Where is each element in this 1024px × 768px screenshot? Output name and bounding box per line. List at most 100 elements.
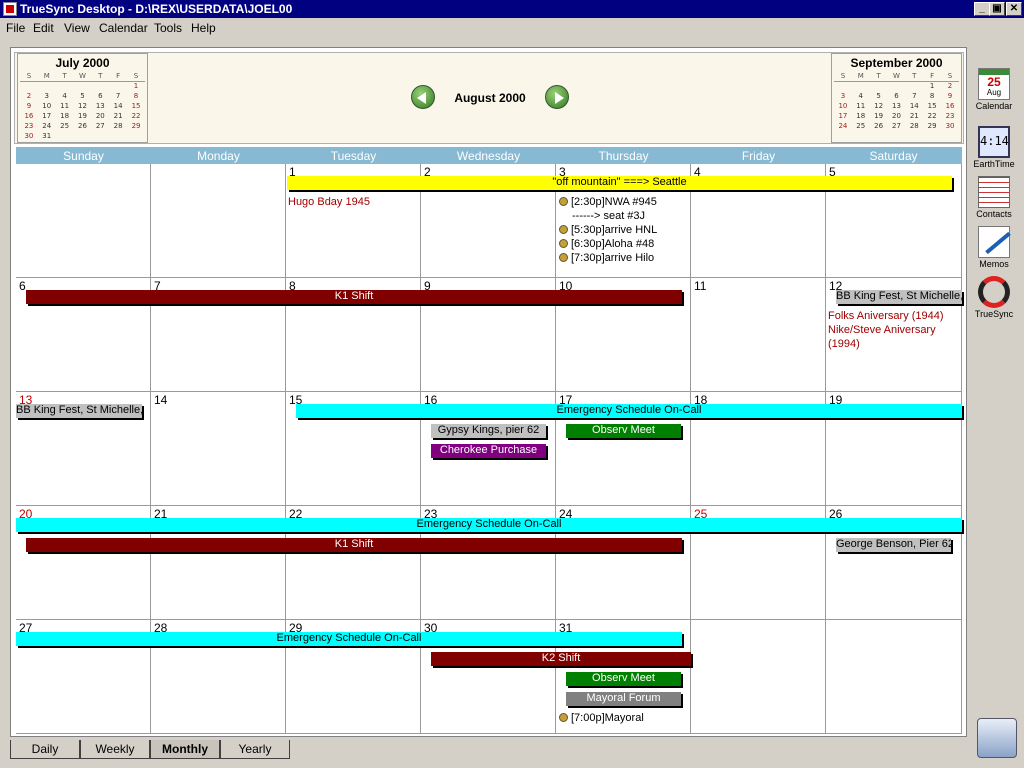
minimize-button[interactable]: _	[974, 2, 990, 16]
day-cell[interactable]	[826, 620, 962, 734]
mini-day[interactable]: 14	[109, 101, 127, 111]
event-bar[interactable]: K1 Shift	[26, 290, 682, 304]
event-bar[interactable]: BB King Fest, St Michelle,	[16, 404, 142, 418]
event-text[interactable]: Nike/Steve Aniversary	[828, 324, 936, 336]
mini-day[interactable]: 5	[870, 91, 888, 101]
mini-day[interactable]: 8	[923, 91, 941, 101]
menu-view[interactable]: View	[64, 21, 90, 35]
mini-day[interactable]: 2	[20, 91, 38, 101]
calendar-app-button[interactable]: 25 Aug Calendar	[967, 68, 1021, 111]
event-bar[interactable]: Observ Meet	[566, 672, 681, 686]
event-bar[interactable]: "off mountain" ===> Seattle	[287, 176, 952, 190]
mini-day[interactable]: 20	[888, 111, 906, 121]
tab-weekly[interactable]: Weekly	[80, 740, 150, 759]
mini-day[interactable]: 12	[74, 101, 92, 111]
mini-day[interactable]: 27	[91, 121, 109, 131]
mini-day[interactable]: 25	[852, 121, 870, 131]
mini-day[interactable]: 13	[888, 101, 906, 111]
mini-day[interactable]: 7	[109, 91, 127, 101]
mini-day[interactable]: 23	[941, 111, 959, 121]
day-cell[interactable]: 11	[691, 278, 826, 392]
menu-help[interactable]: Help	[191, 21, 216, 35]
mini-prev-grid[interactable]: S M T W T F S 1 2 3 4 5 6 7 8 9 10 11 12 13 14 15 16 17 18 19 20 21…	[20, 71, 145, 141]
event-bar[interactable]: Emergency Schedule On-Call	[16, 632, 682, 646]
mini-day[interactable]: 30	[20, 131, 38, 141]
mini-day[interactable]: 6	[888, 91, 906, 101]
event-bar[interactable]: Emergency Schedule On-Call	[296, 404, 962, 418]
mini-day[interactable]: 16	[20, 111, 38, 121]
mini-day[interactable]: 1	[923, 81, 941, 91]
mini-day[interactable]: 27	[888, 121, 906, 131]
mini-day[interactable]: 24	[834, 121, 852, 131]
mini-day[interactable]: 13	[91, 101, 109, 111]
mini-day[interactable]: 1	[127, 81, 145, 91]
mini-day[interactable]: 31	[38, 131, 56, 141]
mini-day[interactable]: 20	[91, 111, 109, 121]
event-bar[interactable]: George Benson, Pier 62	[836, 538, 951, 552]
mini-day[interactable]: 6	[91, 91, 109, 101]
mini-day[interactable]: 18	[56, 111, 74, 121]
mini-day[interactable]: 21	[905, 111, 923, 121]
mini-day[interactable]: 10	[834, 101, 852, 111]
mini-day[interactable]: 21	[109, 111, 127, 121]
event-text[interactable]: (1994)	[828, 338, 860, 350]
mini-day[interactable]: 26	[870, 121, 888, 131]
mini-day[interactable]: 17	[38, 111, 56, 121]
mini-day[interactable]: 5	[74, 91, 92, 101]
next-month-button[interactable]	[545, 85, 569, 109]
event-bar[interactable]: BB King Fest, St Michelle, Woodinville	[836, 290, 962, 304]
tab-monthly[interactable]: Monthly	[150, 740, 220, 759]
mini-day[interactable]: 28	[109, 121, 127, 131]
event-bar[interactable]: Emergency Schedule On-Call	[16, 518, 962, 532]
mini-day[interactable]: 24	[38, 121, 56, 131]
mini-day[interactable]: 16	[941, 101, 959, 111]
tab-daily[interactable]: Daily	[10, 740, 80, 759]
day-cell[interactable]: 14	[151, 392, 286, 506]
mini-day[interactable]: 22	[923, 111, 941, 121]
mini-day[interactable]: 17	[834, 111, 852, 121]
maximize-button[interactable]: ▣	[989, 2, 1005, 16]
mini-calendar-next[interactable]: September 2000 S M T W T F S 1 2 3 4 5 6 7 8 9 10 11 12 13 1…	[831, 53, 962, 143]
event-appointment[interactable]: [6:30p]Aloha #48	[559, 238, 654, 250]
mini-day[interactable]: 30	[941, 121, 959, 131]
mini-day[interactable]: 29	[127, 121, 145, 131]
mini-calendar-prev[interactable]: July 2000 S M T W T F S 1 2 3 4 5 6 7 8 9 10 11 12 13 14 15 16…	[17, 53, 148, 143]
event-bar[interactable]: Gypsy Kings, pier 62	[431, 424, 546, 438]
event-text[interactable]: Hugo Bday 1945	[288, 196, 370, 208]
menu-file[interactable]: File	[6, 21, 25, 35]
mini-day[interactable]: 19	[870, 111, 888, 121]
day-cell[interactable]	[151, 164, 286, 278]
mini-day[interactable]: 19	[74, 111, 92, 121]
mini-day[interactable]: 23	[20, 121, 38, 131]
mini-day[interactable]: 2	[941, 81, 959, 91]
mini-day[interactable]: 15	[127, 101, 145, 111]
mini-day[interactable]: 14	[905, 101, 923, 111]
mini-day[interactable]: 28	[905, 121, 923, 131]
event-bar[interactable]: K1 Shift	[26, 538, 682, 552]
day-cell[interactable]	[691, 620, 826, 734]
event-appointment[interactable]: [7:00p]Mayoral	[559, 712, 644, 724]
event-text[interactable]: Folks Aniversary (1944)	[828, 310, 944, 322]
mini-day[interactable]: 7	[905, 91, 923, 101]
menu-tools[interactable]: Tools	[154, 21, 182, 35]
prev-month-button[interactable]	[411, 85, 435, 109]
mini-day[interactable]: 15	[923, 101, 941, 111]
mini-day[interactable]: 26	[74, 121, 92, 131]
menu-edit[interactable]: Edit	[33, 21, 54, 35]
day-cell[interactable]	[16, 164, 151, 278]
earthtime-app-button[interactable]: 4:14 EarthTime	[967, 126, 1021, 169]
event-appointment[interactable]: [2:30p]NWA #945	[559, 196, 657, 208]
menu-calendar[interactable]: Calendar	[99, 21, 148, 35]
mini-day[interactable]: 12	[870, 101, 888, 111]
mini-day[interactable]: 4	[852, 91, 870, 101]
tab-yearly[interactable]: Yearly	[220, 740, 290, 759]
mini-day[interactable]: 22	[127, 111, 145, 121]
trash-icon[interactable]	[977, 718, 1017, 758]
event-bar[interactable]: K2 Shift	[431, 652, 691, 666]
event-text[interactable]: ------> seat #3J	[572, 210, 645, 222]
mini-day[interactable]: 29	[923, 121, 941, 131]
contacts-app-button[interactable]: Contacts	[967, 176, 1021, 219]
mini-day[interactable]: 11	[852, 101, 870, 111]
mini-next-grid[interactable]: S M T W T F S 1 2 3 4 5 6 7 8 9 10 11 12 13 14 15 16 17 18 19 20 21…	[834, 71, 959, 131]
close-button[interactable]: ✕	[1006, 2, 1022, 16]
